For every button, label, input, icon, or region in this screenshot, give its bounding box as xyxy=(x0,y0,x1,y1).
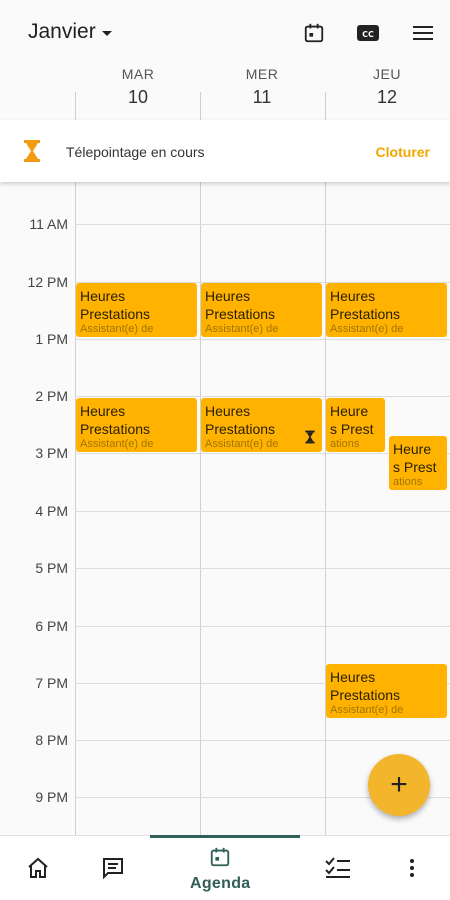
event-subtitle: Assistant(e) de xyxy=(80,323,154,335)
day-number: 10 xyxy=(127,87,149,107)
event-title-line2: Prestations xyxy=(330,306,401,322)
event-title-line2: Prestations xyxy=(205,306,276,322)
event-title-line1: Heures xyxy=(205,403,251,419)
hour-label: 5 PM xyxy=(35,560,68,576)
event-subtitle: ations xyxy=(393,476,423,488)
event-block[interactable]: Heures Prestations Assistant(e) de xyxy=(76,398,197,452)
hour-label: 4 PM xyxy=(35,503,68,519)
event-title-line1: Heures xyxy=(80,288,126,304)
hour-line xyxy=(75,396,450,397)
event-block[interactable]: Heure s Prest ations xyxy=(389,436,447,490)
hour-line xyxy=(75,626,450,627)
event-block[interactable]: Heures Prestations Assistant(e) de xyxy=(326,664,447,718)
hour-label: 1 PM xyxy=(35,331,68,347)
event-title-line2: Prestations xyxy=(80,421,151,437)
hour-label: 3 PM xyxy=(35,445,68,461)
day-number: 12 xyxy=(376,87,398,107)
cc-icon[interactable]: CC xyxy=(355,20,381,46)
event-title-line1: Heure xyxy=(393,441,432,457)
hourglass-icon xyxy=(304,430,316,448)
event-title-line2: s Prest xyxy=(330,421,374,437)
day-of-week: MAR xyxy=(121,66,155,82)
time-tracking-banner: Télepointage en cours Cloturer xyxy=(0,120,450,182)
day-of-week: MER xyxy=(245,66,279,82)
event-title-line1: Heures xyxy=(205,288,251,304)
event-subtitle: Assistant(e) de xyxy=(330,704,404,716)
event-block[interactable]: Heures Prestations Assistant(e) de xyxy=(76,283,197,337)
hour-label: 7 PM xyxy=(35,675,68,691)
hour-label: 12 PM xyxy=(27,274,68,290)
event-title-line1: Heure xyxy=(330,403,369,419)
caret-down-icon xyxy=(101,30,112,36)
hour-line xyxy=(75,511,450,512)
event-title-line1: Heures xyxy=(80,403,126,419)
event-block[interactable]: Heure s Prest ations xyxy=(326,398,385,452)
nav-tasks[interactable] xyxy=(324,856,352,885)
event-block[interactable]: Heures Prestations Assistant(e) de xyxy=(326,283,447,337)
month-label: Janvier xyxy=(28,20,96,43)
day-headers: MAR 10 MER 11 JEU 12 xyxy=(0,62,450,120)
menu-icon[interactable] xyxy=(410,20,436,46)
column-line xyxy=(325,182,326,835)
hour-line xyxy=(75,339,450,340)
nav-home[interactable] xyxy=(26,856,50,885)
day-of-week: JEU xyxy=(373,66,401,82)
event-title-line2: Prestations xyxy=(330,687,401,703)
calendar-grid[interactable]: 11 AM 12 PM 1 PM 2 PM 3 PM 4 PM 5 PM 6 P… xyxy=(0,182,450,835)
event-subtitle: Assistant(e) de xyxy=(205,438,279,450)
hour-label: 6 PM xyxy=(35,618,68,634)
top-bar: Janvier CC xyxy=(0,0,450,66)
event-subtitle: Assistant(e) de xyxy=(80,438,154,450)
svg-text:CC: CC xyxy=(362,30,374,39)
hour-line xyxy=(75,568,450,569)
hour-line xyxy=(75,740,450,741)
nav-more[interactable] xyxy=(406,856,418,885)
calendar-icon xyxy=(209,846,231,873)
day-separator xyxy=(75,92,76,120)
nav-agenda[interactable]: Agenda xyxy=(190,846,250,893)
day-separator xyxy=(325,92,326,120)
hour-label: 2 PM xyxy=(35,388,68,404)
day-header-thu[interactable]: JEU 12 xyxy=(325,62,449,120)
home-icon xyxy=(26,856,50,885)
nav-agenda-label: Agenda xyxy=(190,875,251,892)
day-number: 11 xyxy=(252,87,272,107)
event-title-line1: Heures xyxy=(330,288,376,304)
banner-text: Télepointage en cours xyxy=(66,144,205,160)
add-button[interactable]: + xyxy=(368,754,430,816)
event-title-line2: Prestations xyxy=(205,421,276,437)
hourglass-icon xyxy=(22,139,42,168)
event-subtitle: Assistant(e) de xyxy=(330,323,404,335)
event-block[interactable]: Heures Prestations Assistant(e) de xyxy=(201,283,322,337)
hour-label: 8 PM xyxy=(35,732,68,748)
hour-line xyxy=(75,224,450,225)
message-icon xyxy=(101,856,125,885)
calendar-today-icon[interactable] xyxy=(301,20,327,46)
event-title-line2: s Prest xyxy=(393,459,437,475)
day-header-tue[interactable]: MAR 10 xyxy=(76,62,200,120)
bottom-navigation: Agenda xyxy=(0,835,450,900)
close-tracking-button[interactable]: Cloturer xyxy=(376,144,430,160)
hour-label: 11 AM xyxy=(29,216,68,232)
active-tab-indicator xyxy=(150,835,300,838)
event-subtitle: Assistant(e) de xyxy=(205,323,279,335)
column-line xyxy=(200,182,201,835)
event-title-line1: Heures xyxy=(330,669,376,685)
more-icon xyxy=(406,856,418,885)
event-title-line2: Prestations xyxy=(80,306,151,322)
event-subtitle: ations xyxy=(330,438,360,450)
event-block[interactable]: Heures Prestations Assistant(e) de xyxy=(201,398,322,452)
nav-messages[interactable] xyxy=(101,856,125,885)
day-header-wed[interactable]: MER 11 xyxy=(200,62,324,120)
hour-label: 9 PM xyxy=(35,789,68,805)
column-line xyxy=(75,182,76,835)
month-selector[interactable]: Janvier xyxy=(28,20,112,44)
day-separator xyxy=(200,92,201,120)
checklist-icon xyxy=(324,856,352,885)
